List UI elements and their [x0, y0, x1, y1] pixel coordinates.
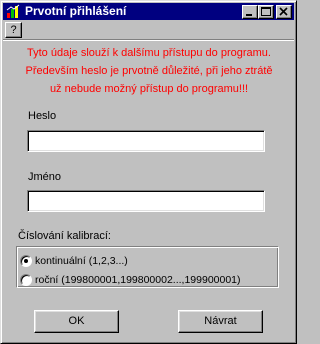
minimize-button[interactable] — [242, 5, 258, 19]
radio-continuous-indicator[interactable] — [20, 255, 32, 267]
radio-selected-dot — [24, 259, 28, 263]
ok-button[interactable]: OK — [34, 310, 119, 333]
maximize-button[interactable] — [258, 5, 274, 19]
radio-yearly-indicator[interactable] — [20, 274, 32, 286]
password-field[interactable] — [27, 130, 265, 152]
password-label: Heslo — [28, 110, 57, 122]
warning-text-line-1: Tyto údaje slouží k dalšímu přístupu do … — [27, 47, 271, 59]
app-icon — [6, 4, 20, 18]
window-title: Prvotní přihlášení — [25, 4, 127, 18]
radio-continuous-label[interactable]: kontinuální (1,2,3...) — [35, 254, 128, 268]
minimize-icon — [246, 14, 252, 16]
warning-text-line-3: už nebude možný přístup do programu!!! — [49, 83, 249, 95]
calibration-numbering-label: Číslování kalibrací: — [18, 230, 111, 242]
back-button[interactable]: Návrat — [178, 310, 263, 333]
close-button[interactable] — [276, 5, 292, 19]
radio-yearly-label[interactable]: roční (199800001,199800002...,199900001) — [35, 273, 241, 287]
login-dialog-window: Prvotní přihlášení ? Tyto údaje slouží k… — [0, 0, 297, 344]
toolbar-divider — [3, 39, 294, 41]
close-icon — [279, 7, 288, 16]
name-label: Jméno — [28, 171, 62, 183]
title-bar[interactable]: Prvotní přihlášení — [3, 3, 294, 20]
name-field[interactable] — [27, 190, 265, 212]
maximize-icon — [261, 7, 271, 16]
warning-text-line-2: Především heslo je prvotně důležité, při… — [25, 65, 273, 77]
help-button[interactable]: ? — [5, 22, 22, 38]
